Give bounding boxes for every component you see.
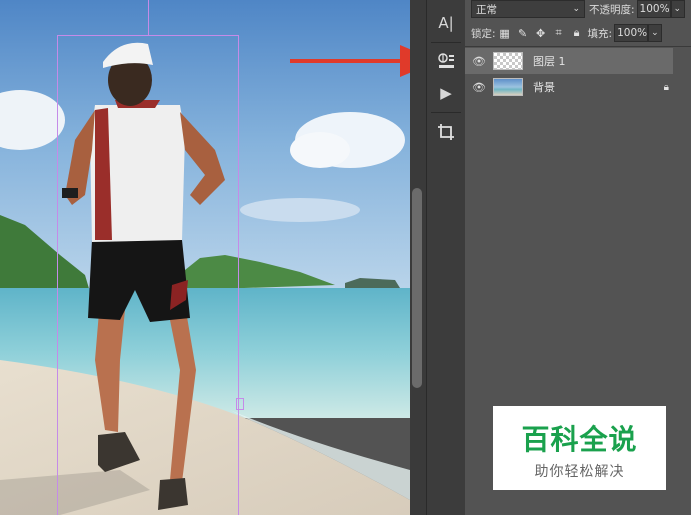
chevron-down-icon: ⌄ [673,4,682,14]
eye-icon[interactable]: 👁︎ [465,55,493,68]
lock-icon: 🔒︎ [663,81,669,93]
panel-divider [465,46,691,47]
fill-input[interactable]: 100% [614,24,649,42]
layer-thumbnail-transparent [493,52,523,70]
lock-label: 锁定: [471,27,496,40]
chevron-down-icon: ⌄ [651,28,659,38]
lock-image-pixels-icon[interactable]: ✎ [516,27,530,40]
layer-thumbnail-photo [493,78,523,96]
lock-artboard-icon[interactable]: ⌗ [552,26,566,40]
blend-mode-select[interactable]: 正常 ⌄ [471,0,585,18]
blend-mode-value: 正常 [476,3,497,16]
layer-row-layer1[interactable]: 👁︎ 图层 1 [465,48,673,74]
fill-dropdown-button[interactable]: ⌄ [648,24,663,42]
opacity-input[interactable]: 100% [636,0,671,18]
panel-toolstrip: A| ▶ [426,0,466,515]
properties-icon [438,53,454,68]
guide-line [148,0,149,35]
layer-name: 图层 1 [533,55,566,68]
character-panel-button[interactable]: A| [427,8,465,38]
layer-row-background[interactable]: 👁︎ 背景 🔒︎ [465,74,673,100]
actions-panel-button[interactable]: ▶ [427,78,465,108]
fill-value: 100% [617,27,648,39]
opacity-dropdown-button[interactable]: ⌄ [670,0,685,18]
crop-tool-button[interactable] [427,117,465,147]
chevron-down-icon: ⌄ [572,4,580,14]
toolstrip-divider [431,112,461,113]
fill-label: 填充: [587,27,613,40]
crop-icon [438,124,454,140]
toolstrip-divider [431,42,461,43]
play-icon: ▶ [440,84,452,102]
type-tool-icon: A| [438,14,454,32]
canvas-scrollbar-thumb[interactable] [412,188,422,388]
watermark-subtitle: 助你轻松解决 [534,464,625,480]
lock-all-icon[interactable]: 🔒︎ [570,26,584,40]
layer-name: 背景 [533,81,555,94]
watermark-title: 百科全说 [521,423,638,456]
watermark-logo: 百科全说 助你轻松解决 [493,406,666,490]
opacity-value: 100% [639,3,670,15]
eye-icon[interactable]: 👁︎ [465,81,493,94]
transform-handle[interactable] [236,398,244,410]
lock-transparent-pixels-icon[interactable]: ▦ [498,27,512,40]
opacity-label: 不透明度: [589,3,635,16]
lock-position-icon[interactable]: ✥ [534,27,548,40]
properties-panel-button[interactable] [427,46,465,76]
